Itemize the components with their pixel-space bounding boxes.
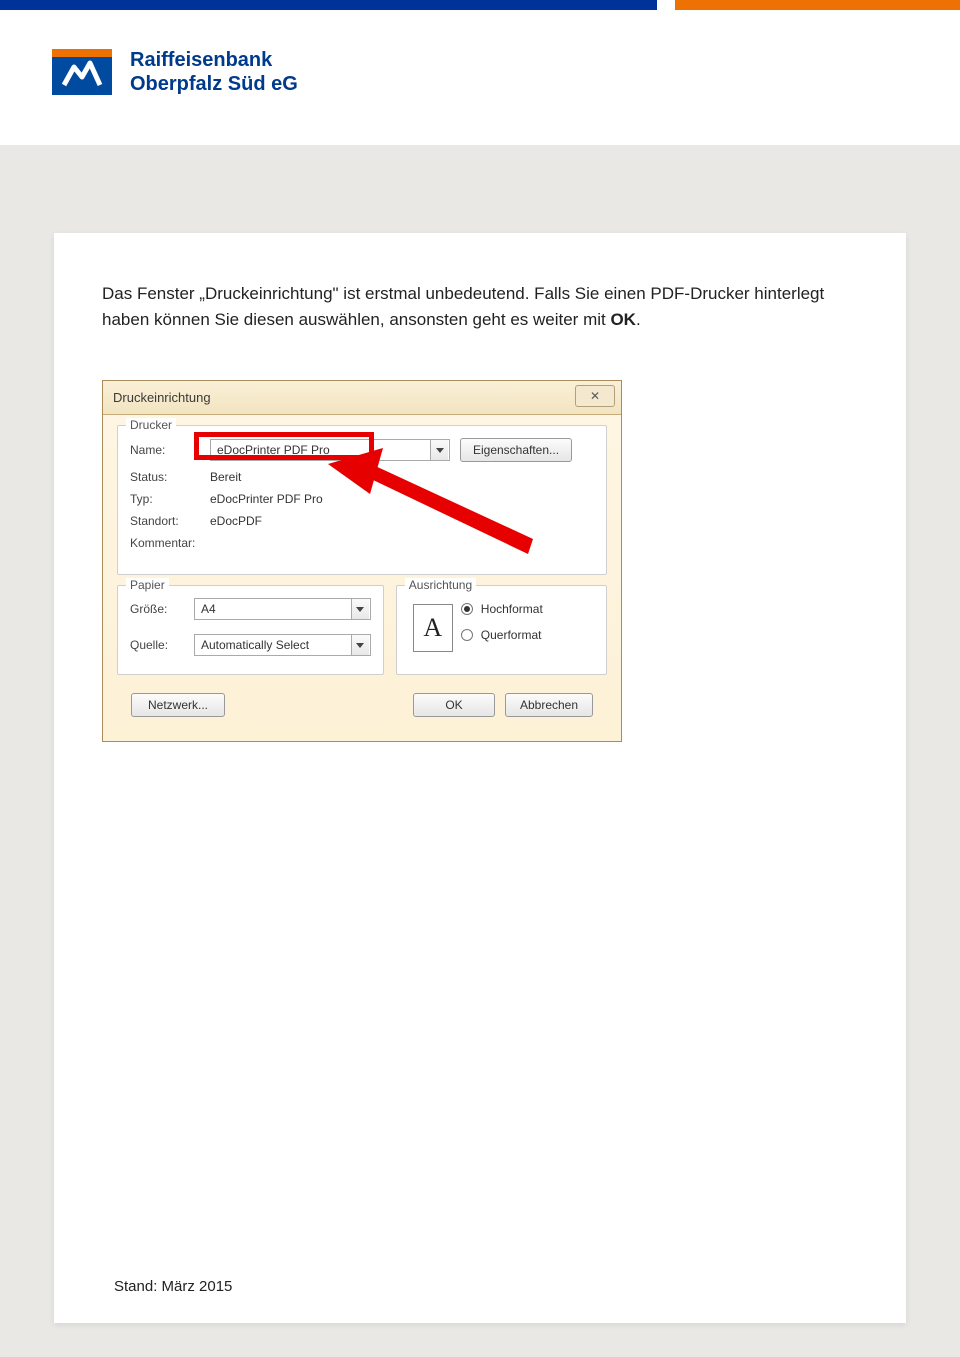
name-label: Name:: [130, 443, 200, 457]
paper-fieldset: Papier Größe: A4 Quelle: Automatically S…: [117, 585, 384, 675]
type-label: Typ:: [130, 492, 200, 506]
status-label: Status:: [130, 470, 200, 484]
location-label: Standort:: [130, 514, 200, 528]
size-label: Größe:: [130, 602, 184, 616]
cancel-button[interactable]: Abbrechen: [505, 693, 593, 717]
paper-orientation-row: Papier Größe: A4 Quelle: Automatically S…: [117, 585, 607, 685]
radio-icon: [461, 603, 473, 615]
accent-gap: [657, 0, 675, 10]
status-row: Status: Bereit: [130, 470, 594, 484]
bank-name: Raiffeisenbank Oberpfalz Süd eG: [130, 48, 298, 96]
dialog-body: Drucker Name: eDocPrinter PDF Pro Eigens…: [103, 415, 621, 727]
top-accent-bars: [0, 0, 960, 10]
dialog-footer: Netzwerk... OK Abbrechen: [117, 685, 607, 717]
source-row: Quelle: Automatically Select: [130, 634, 371, 656]
size-row: Größe: A4: [130, 598, 371, 620]
comment-label: Kommentar:: [130, 536, 200, 550]
dialog-title: Druckeinrichtung: [113, 390, 211, 405]
location-value: eDocPDF: [210, 514, 262, 528]
paper-source-value: Automatically Select: [201, 638, 309, 652]
printer-fieldset: Drucker Name: eDocPrinter PDF Pro Eigens…: [117, 425, 607, 575]
close-icon: ✕: [590, 389, 600, 403]
printer-legend: Drucker: [126, 418, 176, 432]
paper-size-dropdown[interactable]: A4: [194, 598, 371, 620]
landscape-radio[interactable]: Querformat: [461, 628, 594, 642]
portrait-label: Hochformat: [481, 602, 543, 616]
portrait-radio[interactable]: Hochformat: [461, 602, 594, 616]
close-button[interactable]: ✕: [575, 385, 615, 407]
intro-text: Das Fenster „Druckeinrichtung" ist erstm…: [102, 284, 824, 329]
radio-icon: [461, 629, 473, 641]
page-header: Raiffeisenbank Oberpfalz Süd eG: [52, 48, 298, 96]
accent-blue: [0, 0, 657, 10]
printer-name-value: eDocPrinter PDF Pro: [217, 443, 330, 457]
dialog-titlebar: Druckeinrichtung ✕: [103, 381, 621, 415]
bank-name-line1: Raiffeisenbank: [130, 48, 298, 72]
landscape-label: Querformat: [481, 628, 542, 642]
content-card: Das Fenster „Druckeinrichtung" ist erstm…: [54, 233, 906, 1323]
intro-tail: .: [636, 310, 641, 329]
print-setup-dialog: Druckeinrichtung ✕ Drucker Name: eDocPri…: [102, 380, 622, 742]
source-label: Quelle:: [130, 638, 184, 652]
paper-legend: Papier: [126, 578, 169, 592]
network-button[interactable]: Netzwerk...: [131, 693, 225, 717]
accent-orange: [675, 0, 960, 10]
comment-row: Kommentar:: [130, 536, 594, 550]
chevron-down-icon: [430, 440, 448, 460]
printer-name-dropdown[interactable]: eDocPrinter PDF Pro: [210, 439, 450, 461]
paper-source-dropdown[interactable]: Automatically Select: [194, 634, 371, 656]
location-row: Standort: eDocPDF: [130, 514, 594, 528]
properties-button[interactable]: Eigenschaften...: [460, 438, 572, 462]
paper-size-value: A4: [201, 602, 216, 616]
chevron-down-icon: [351, 599, 369, 619]
intro-paragraph: Das Fenster „Druckeinrichtung" ist erstm…: [102, 281, 858, 332]
intro-bold: OK: [610, 310, 636, 329]
ok-button[interactable]: OK: [413, 693, 495, 717]
type-value: eDocPrinter PDF Pro: [210, 492, 323, 506]
bank-logo-icon: [52, 49, 112, 95]
orientation-preview-icon: A: [413, 604, 453, 652]
bank-name-line2: Oberpfalz Süd eG: [130, 72, 298, 96]
footer-date: Stand: März 2015: [114, 1278, 232, 1295]
chevron-down-icon: [351, 635, 369, 655]
type-row: Typ: eDocPrinter PDF Pro: [130, 492, 594, 506]
printer-name-row: Name: eDocPrinter PDF Pro Eigenschaften.…: [130, 438, 594, 462]
orientation-legend: Ausrichtung: [405, 578, 476, 592]
status-value: Bereit: [210, 470, 241, 484]
orientation-fieldset: Ausrichtung A Hochformat: [396, 585, 607, 675]
